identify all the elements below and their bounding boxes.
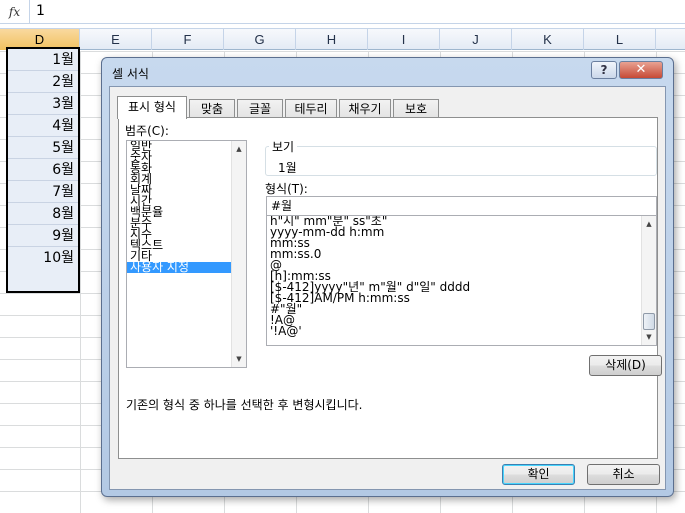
cell-d1[interactable]: 1월 — [8, 49, 78, 71]
column-header-g[interactable]: G — [224, 29, 296, 50]
cell-d6[interactable]: 6월 — [8, 159, 78, 181]
column-header-m[interactable] — [656, 29, 685, 50]
type-label: 형식(T): — [265, 182, 308, 196]
format-list[interactable]: h"시" mm"분" ss"초" yyyy-mm-dd h:mm mm:ss m… — [266, 216, 657, 346]
grid-line — [80, 51, 81, 513]
column-header-h[interactable]: H — [296, 29, 368, 50]
category-scrollbar[interactable]: ▲ ▼ — [231, 141, 246, 367]
close-button[interactable]: ✕ — [619, 61, 663, 79]
number-tab-panel: 범주(C): 일반 숫자 통화 회계 날짜 시간 백분율 분수 지수 텍스트 기… — [118, 117, 662, 459]
scroll-up-icon[interactable]: ▲ — [232, 142, 246, 156]
sample-value: 1월 — [278, 161, 297, 175]
scroll-thumb[interactable] — [643, 313, 655, 330]
sample-group: 1월 — [265, 146, 657, 176]
description-text: 기존의 형식 중 하나를 선택한 후 변형시킵니다. — [126, 398, 363, 412]
cell-d8[interactable]: 8월 — [8, 203, 78, 225]
cell-d10[interactable]: 10월 — [8, 247, 78, 269]
column-header-i[interactable]: I — [368, 29, 440, 50]
insert-function-button[interactable]: fx — [0, 0, 30, 24]
close-icon: ✕ — [635, 62, 647, 77]
dialog-title: 셀 서식 — [112, 67, 149, 81]
column-header-k[interactable]: K — [512, 29, 584, 50]
type-input[interactable]: #월 — [266, 196, 657, 216]
format-item[interactable]: yyyy-mm-dd h:mm — [267, 226, 656, 238]
dialog-body: 표시 형식 맞춤 글꼴 테두리 채우기 보호 범주(C): 일반 숫자 통화 회… — [109, 86, 666, 490]
column-header-e[interactable]: E — [80, 29, 152, 50]
format-cells-dialog: 셀 서식 ? ✕ 표시 형식 맞춤 글꼴 테두리 채우기 보호 범주(C): 일… — [101, 57, 674, 497]
cell-d3[interactable]: 3월 — [8, 93, 78, 115]
tab-alignment[interactable]: 맞춤 — [189, 99, 235, 118]
scroll-down-icon[interactable]: ▼ — [642, 330, 656, 344]
format-scrollbar[interactable]: ▲ ▼ — [641, 216, 656, 345]
category-label: 범주(C): — [125, 124, 169, 138]
help-icon: ? — [600, 63, 608, 77]
category-item-selected[interactable]: 사용자 지정 — [127, 261, 246, 273]
format-item[interactable]: mm:ss.0 — [267, 248, 656, 260]
formula-input[interactable]: 1 — [36, 3, 45, 19]
tab-number[interactable]: 표시 형식 — [117, 96, 187, 119]
format-item[interactable]: !A@ — [267, 314, 656, 326]
format-item[interactable]: '!A@' — [267, 325, 656, 337]
format-item[interactable]: [$-412]AM/PM h:mm:ss — [267, 292, 656, 304]
column-header-row: D E F G H I J K L — [0, 28, 685, 50]
tab-border[interactable]: 테두리 — [285, 99, 337, 118]
formula-bar: fx 1 — [0, 0, 685, 24]
scroll-up-icon[interactable]: ▲ — [642, 217, 656, 231]
tab-font[interactable]: 글꼴 — [237, 99, 283, 118]
format-item[interactable]: mm:ss — [267, 237, 656, 249]
help-button[interactable]: ? — [591, 61, 617, 79]
fx-icon: fx — [8, 5, 21, 19]
sample-label: 보기 — [269, 138, 298, 155]
ok-button[interactable]: 확인 — [502, 464, 575, 485]
column-header-l[interactable]: L — [584, 29, 656, 50]
cell-d9[interactable]: 9월 — [8, 225, 78, 247]
scroll-down-icon[interactable]: ▼ — [232, 352, 246, 366]
cell-d2[interactable]: 2월 — [8, 71, 78, 93]
delete-button[interactable]: 삭제(D) — [589, 355, 662, 376]
tab-protection[interactable]: 보호 — [393, 99, 439, 118]
column-header-j[interactable]: J — [440, 29, 512, 50]
cell-d5[interactable]: 5월 — [8, 137, 78, 159]
format-item[interactable]: #"월" — [267, 303, 656, 315]
column-header-f[interactable]: F — [152, 29, 224, 50]
cell-d4[interactable]: 4월 — [8, 115, 78, 137]
tab-fill[interactable]: 채우기 — [339, 99, 391, 118]
category-list[interactable]: 일반 숫자 통화 회계 날짜 시간 백분율 분수 지수 텍스트 기타 사용자 지… — [126, 140, 247, 368]
selected-range[interactable]: 1월 2월 3월 4월 5월 6월 7월 8월 9월 10월 — [6, 47, 80, 293]
cancel-button[interactable]: 취소 — [587, 464, 660, 485]
cell-d7[interactable]: 7월 — [8, 181, 78, 203]
dialog-titlebar[interactable]: 셀 서식 ? ✕ — [102, 58, 673, 86]
